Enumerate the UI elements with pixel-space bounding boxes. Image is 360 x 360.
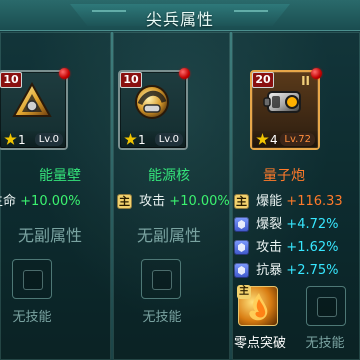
stat-value: +10.00% [169, 194, 230, 209]
item-level: Lv.0 [34, 133, 63, 146]
sub-attribute-icon [234, 263, 249, 278]
stat-value: +2.75% [286, 263, 339, 278]
equipment-column-1: 10 1 Lv.0 能量壁 生命 +10.00% 无副属性 无技能 [0, 32, 111, 360]
sub-stat-row: 攻击 +1.62% [234, 236, 339, 255]
star-count: 1 [138, 133, 146, 147]
no-skill-label: 无技能 [305, 336, 345, 351]
empty-skill-slot[interactable] [306, 286, 346, 326]
item-level: Lv.72 [280, 133, 315, 146]
stat-row: 主 攻击 +10.00% [117, 190, 230, 209]
star-count: 4 [270, 133, 278, 147]
stat-label: 生命 [0, 194, 17, 209]
title-bar: 尖兵属性 [0, 0, 360, 31]
main-attribute-tag: 主 [117, 194, 132, 209]
equipment-card-energy-wall[interactable]: 10 1 Lv.0 [0, 68, 70, 150]
stat-label: 抗暴 [256, 263, 283, 278]
main-stat-row: 主 爆能 +116.33 [234, 190, 343, 209]
panel-title: 尖兵属性 [145, 10, 214, 29]
stat-value: +1.62% [286, 240, 339, 255]
equipment-card-energy-core[interactable]: 10 1 Lv.0 [118, 68, 190, 150]
equipment-column-3: 20 II 4 Lv.72 量子炮 主 爆能 +116.33 爆裂 +4.72%… [232, 32, 360, 360]
empty-skill-slot[interactable] [141, 259, 181, 299]
equipment-card-quantum-cannon[interactable]: 20 II 4 Lv.72 [250, 68, 322, 150]
equipment-name: 量子炮 [263, 168, 305, 184]
main-attribute-tag: 主 [234, 194, 249, 209]
skill-placeholder-icon [23, 270, 43, 290]
energy-core-icon [135, 85, 169, 119]
equipment-column-2: 10 1 Lv.0 能源核 主 攻击 +10.00% 无副属性 无技能 [113, 32, 230, 360]
sub-attribute-icon [234, 240, 249, 255]
stat-label: 攻击 [139, 194, 166, 209]
notification-dot [59, 68, 70, 79]
no-sub-attributes: 无副属性 [17, 226, 82, 245]
equipment-name: 能源核 [148, 168, 190, 184]
star-count: 1 [18, 133, 26, 147]
stat-value: +4.72% [286, 217, 339, 232]
skill-placeholder-icon [152, 270, 172, 290]
stat-value: +116.33 [286, 194, 343, 209]
item-level: Lv.0 [154, 133, 183, 146]
stat-label: 攻击 [256, 240, 283, 255]
stat-label: 爆裂 [256, 217, 283, 232]
sub-attribute-icon [234, 217, 249, 232]
stat-value: +10.00% [20, 194, 81, 209]
notification-dot [311, 68, 322, 79]
quantum-cannon-icon [263, 91, 301, 113]
stat-label: 爆能 [256, 194, 283, 209]
stat-row: 生命 +10.00% [0, 190, 81, 209]
flame-icon [249, 293, 268, 321]
sub-stat-row: 抗暴 +2.75% [234, 259, 339, 278]
no-skill-label: 无技能 [142, 310, 182, 325]
skill-icon-zero-point-breakthrough[interactable]: 主 [237, 285, 278, 326]
empty-skill-slot[interactable] [12, 259, 52, 299]
notification-dot [179, 68, 190, 79]
no-skill-label: 无技能 [12, 310, 52, 325]
no-sub-attributes: 无副属性 [136, 226, 201, 245]
energy-wall-icon [12, 82, 52, 117]
equipment-name: 能量壁 [39, 168, 81, 184]
skill-placeholder-icon [317, 297, 337, 317]
sub-stat-row: 爆裂 +4.72% [234, 213, 339, 232]
